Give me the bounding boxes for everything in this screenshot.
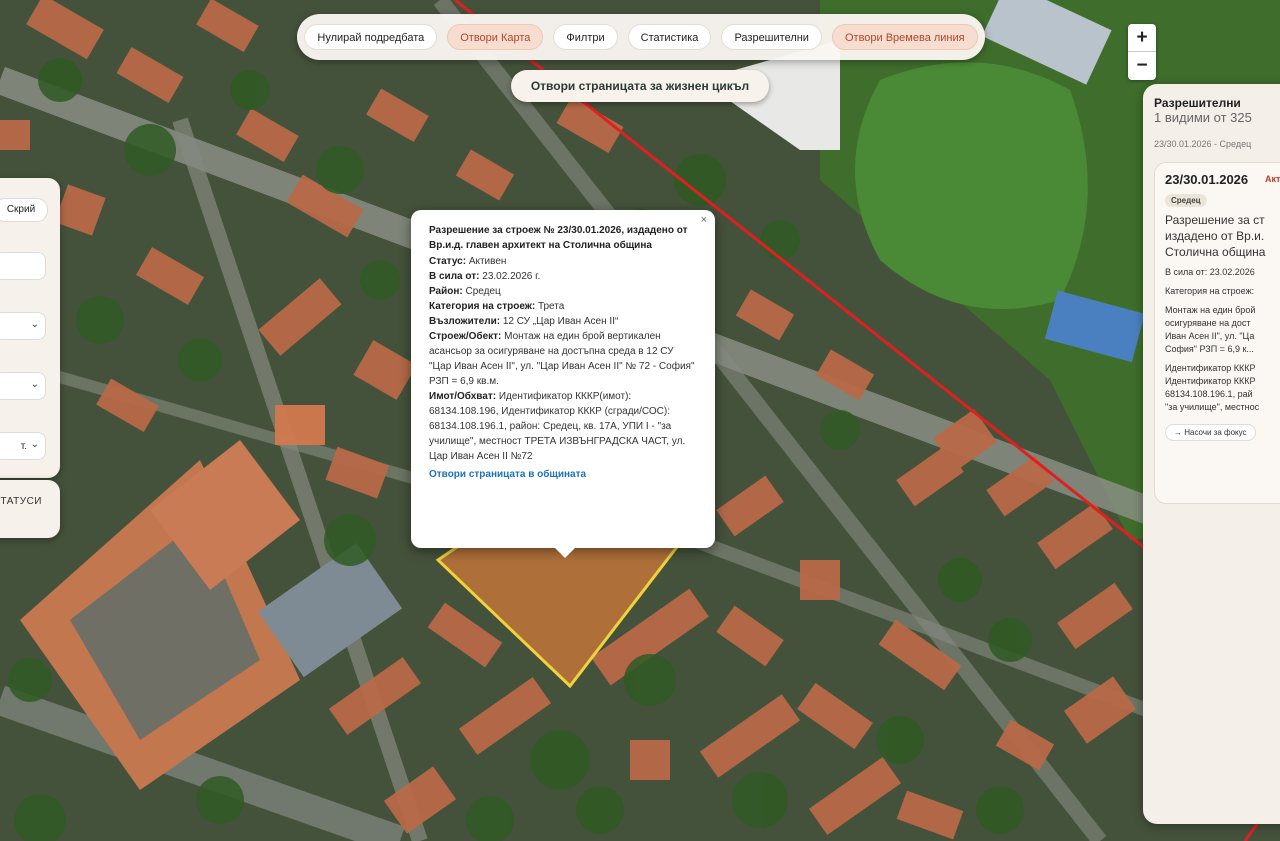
permit-number: 23/30.01.2026 [1165,172,1249,187]
permits-panel-title: Разрешителни [1154,96,1241,110]
filter-select-3-value: т. [20,441,27,452]
permits-panel: Разрешителни 1 видими от 325 23/30.01.20… [1143,84,1280,824]
permit-title: Разрешение за ст издадено от Вр.и. Столи… [1165,213,1266,259]
popup-effective: В сила от: 23.02.2026 г. [429,271,541,282]
zoom-control: + − [1128,24,1156,80]
filter-summary: 23/30.01.2026 - Средец [1154,139,1252,149]
popup-building: Строеж/Обект: Монтаж на един брой вертик… [429,331,695,387]
statuses-button[interactable]: ТАТУСИ [0,480,60,538]
zoom-out-button[interactable]: − [1128,52,1156,80]
permits-button[interactable]: Разрешителни [721,24,822,50]
popup-property: Имот/Обхват: Идентификатор КККР(имот): 6… [429,391,686,462]
popup-district: Район: Средец [429,286,501,297]
permit-effective: В сила от: 23.02.2026 [1165,267,1255,277]
popup-category: Категория на строеж: Трета [429,301,565,312]
permit-card[interactable]: 23/30.01.2026 Акт Средец Разрешение за с… [1154,162,1280,504]
focus-button[interactable]: → Насочи за фокус [1165,424,1256,441]
reset-layout-button[interactable]: Нулирай подредбата [304,24,438,50]
close-icon[interactable]: × [701,213,707,228]
permit-description: Монтаж на един брой осигуряване на дост … [1165,305,1256,354]
filter-search-input[interactable] [0,252,46,280]
zoom-in-button[interactable]: + [1128,24,1156,52]
hide-filters-button[interactable]: Скрий [0,198,48,222]
filter-select-2[interactable]: ⌄ [0,372,46,400]
top-toolbar: Нулирай подредбата Отвори Карта Филтри С… [297,14,985,60]
permit-popup: × Разрешение за строеж № 23/30.01.2026, … [411,210,715,558]
open-lifecycle-button[interactable]: Отвори страницата за жизнен цикъл [511,70,769,102]
chevron-down-icon: ⌄ [30,319,39,330]
status-badge: Акт [1265,174,1280,184]
filters-button[interactable]: Филтри [553,24,618,50]
open-timeline-button[interactable]: Отвори Времева линия [831,24,978,50]
permit-identifiers: Идентификатор КККР Идентификатор КККР 68… [1165,363,1260,412]
filters-panel: Скрий ⌄ ⌄ т. ⌄ [0,178,60,478]
filter-select-1[interactable]: ⌄ [0,312,46,340]
permit-category: Категория на строеж: [1165,286,1255,296]
chevron-down-icon: ⌄ [30,379,39,390]
chevron-down-icon: ⌄ [30,439,39,450]
open-map-button[interactable]: Отвори Карта [447,24,544,50]
filter-select-3[interactable]: т. ⌄ [0,432,46,460]
district-badge: Средец [1165,194,1207,207]
popup-title: Разрешение за строеж № 23/30.01.2026, из… [429,225,688,251]
statistics-button[interactable]: Статистика [627,24,712,50]
open-municipality-page-link[interactable]: Отвори страницата в общината [429,467,697,482]
popup-assignors: Възложители: 12 СУ „Цар Иван Асен II“ [429,316,619,327]
visible-count: 1 видими от 325 [1154,110,1252,125]
popup-status: Статус: Активен [429,256,507,267]
